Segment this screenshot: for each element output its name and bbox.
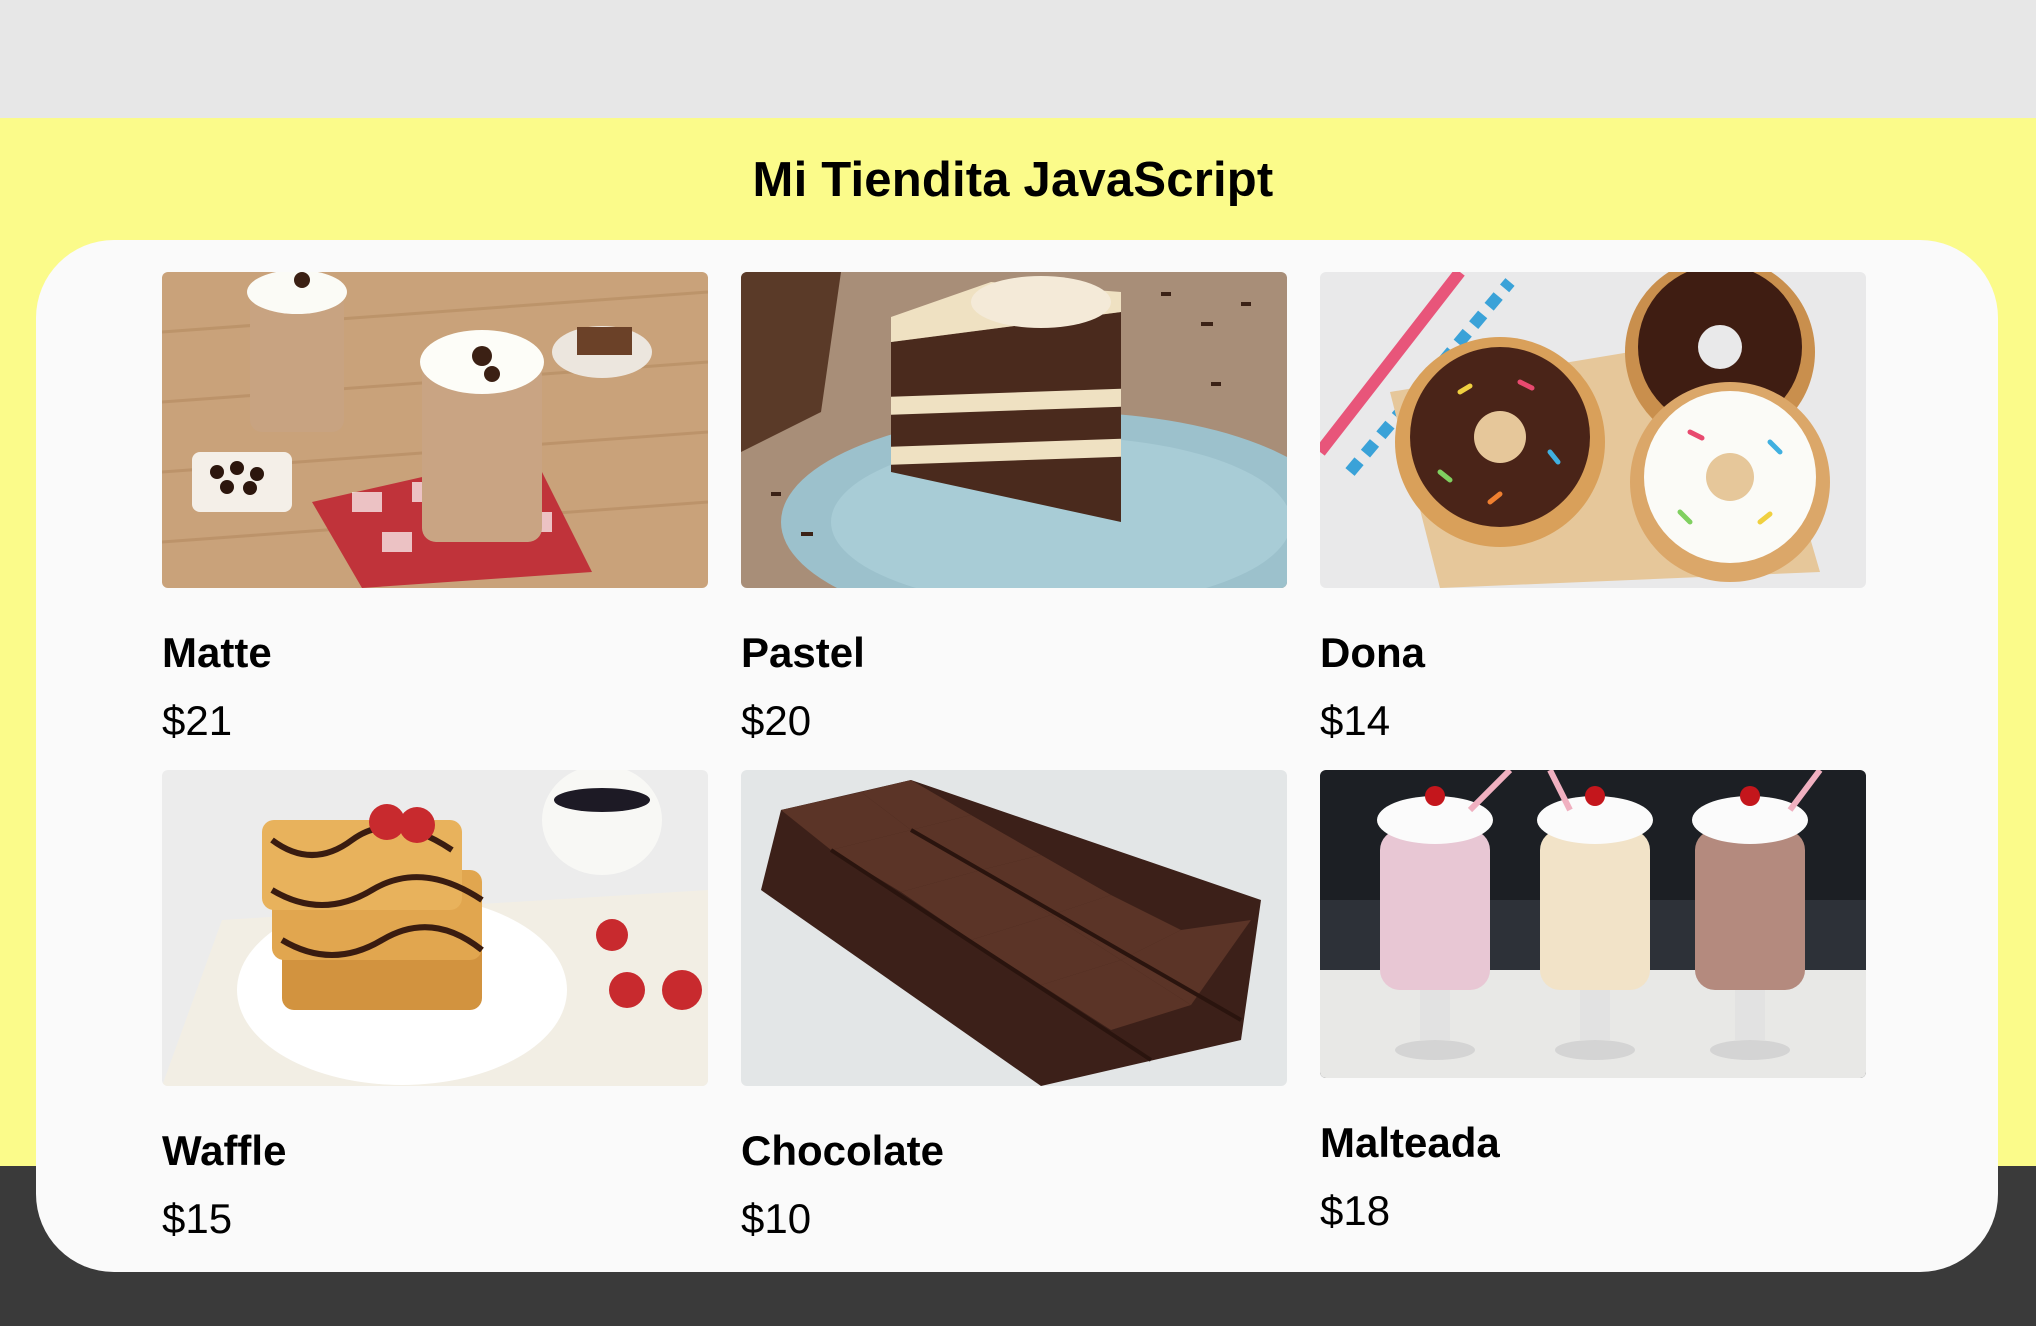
product-price: $15 xyxy=(162,1195,233,1242)
product-price: $10 xyxy=(741,1195,812,1242)
product-price: $21 xyxy=(162,697,233,744)
product-card-chocolate[interactable]: Chocolate $10 xyxy=(741,770,1287,1244)
product-name: Malteada xyxy=(1320,1119,1500,1166)
product-name: Dona xyxy=(1320,629,1425,676)
product-card-matte[interactable]: Matte $21 xyxy=(162,272,708,746)
window-edge xyxy=(2036,0,2040,1326)
product-card-waffle[interactable]: Waffle $15 xyxy=(162,770,708,1244)
product-image-chocolate-cake[interactable] xyxy=(741,272,1287,588)
product-grid: Matte $21 Pastel $20 Dona $14 Waffle $15… xyxy=(36,240,1998,1272)
product-image-waffles[interactable] xyxy=(162,770,708,1086)
product-price: $18 xyxy=(1320,1187,1391,1234)
product-name: Pastel xyxy=(741,629,865,676)
product-image-iced-coffee[interactable] xyxy=(162,272,708,588)
product-image-donuts[interactable] xyxy=(1320,272,1866,588)
top-bar xyxy=(0,0,2036,118)
page-title: Mi Tiendita JavaScript xyxy=(752,153,1274,207)
product-price: $14 xyxy=(1320,697,1391,744)
product-name: Matte xyxy=(162,629,272,676)
product-image-chocolate-bar[interactable] xyxy=(741,770,1287,1086)
product-price: $20 xyxy=(741,697,812,744)
product-name: Waffle xyxy=(162,1127,287,1174)
product-name: Chocolate xyxy=(741,1127,945,1174)
product-card-pastel[interactable]: Pastel $20 xyxy=(741,272,1287,746)
product-card-dona[interactable]: Dona $14 xyxy=(1320,272,1866,746)
product-image-milkshakes[interactable] xyxy=(1320,770,1866,1078)
product-card-malteada[interactable]: Malteada $18 xyxy=(1320,770,1866,1236)
